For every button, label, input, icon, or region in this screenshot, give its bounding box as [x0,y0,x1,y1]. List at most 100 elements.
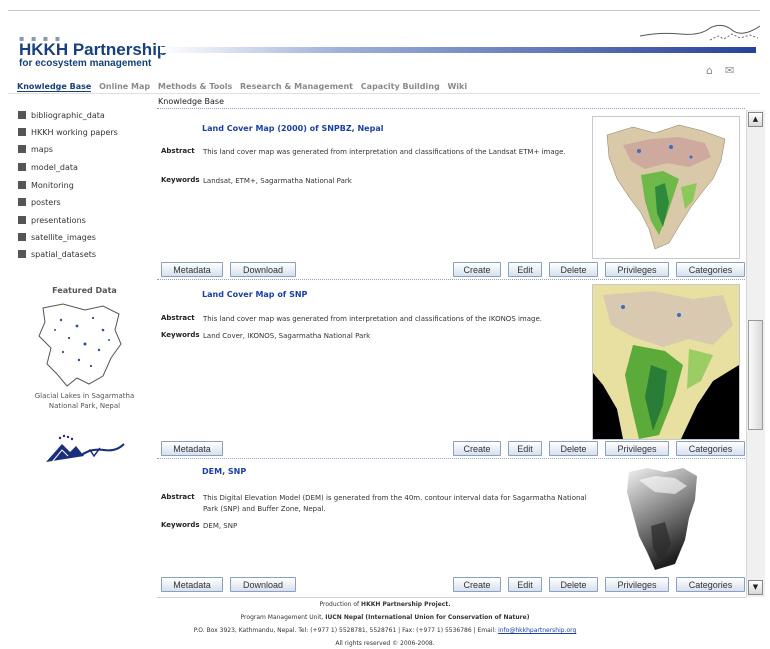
featured-data-heading: Featured Data [52,286,117,295]
abstract-label: Abstract [161,314,195,322]
download-button[interactable]: Download [230,577,296,592]
folder-square-icon [18,181,26,189]
record-keywords: Land Cover, IKONOS, Sagarmatha National … [203,332,371,340]
edit-button[interactable]: Edit [508,262,542,277]
record-keywords: DEM, SNP [203,522,238,530]
footer-rule [157,597,746,598]
sidebar-item-label: spatial_datasets [31,250,97,259]
folder-square-icon [18,111,26,119]
record-abstract: This land cover map was generated from i… [203,148,566,156]
scroll-up-arrow-icon[interactable]: ▲ [748,112,763,127]
privileges-button[interactable]: Privileges [605,262,669,277]
sidebar-item-posters[interactable]: posters [18,198,61,207]
sidebar-item-spatial-datasets[interactable]: spatial_datasets [18,250,96,259]
record-keywords: Landsat, ETM+, Sagarmatha National Park [203,177,352,185]
sidebar-item-model-data[interactable]: model_data [18,163,78,172]
main-nav: Knowledge Base Online Map Methods & Tool… [17,82,472,92]
nav-knowledge-base[interactable]: Knowledge Base [17,82,92,92]
breadcrumb-rule [157,108,745,109]
delete-button[interactable]: Delete [549,577,598,592]
keywords-label: Keywords [161,521,200,529]
folder-square-icon [18,216,26,224]
footer-contact: P.O. Box 3923, Kathmandu, Nepal. Tel: (+… [0,627,770,634]
abstract-label: Abstract [161,493,195,501]
mountains-logo-graphic [640,24,760,41]
sidebar-item-monitoring[interactable]: Monitoring [18,181,74,190]
record-thumbnail[interactable] [625,466,701,570]
sidebar-item-maps[interactable]: maps [18,145,53,154]
categories-button[interactable]: Categories [676,577,745,592]
privileges-button[interactable]: Privileges [605,441,669,456]
nav-methods-tools[interactable]: Methods & Tools [158,82,232,91]
record-title[interactable]: DEM, SNP [202,467,246,476]
sidebar-item-label: satellite_images [31,233,96,242]
footer-address: P.O. Box 3923, Kathmandu, Nepal. Tel: (+… [193,627,499,634]
record-separator [157,279,745,280]
header-icons: ⌂ ✉ [706,64,746,77]
ikonos-landcover-image [593,285,739,439]
metadata-button[interactable]: Metadata [161,577,223,592]
record-thumbnail[interactable] [592,284,740,440]
folder-square-icon [18,163,26,171]
site-title[interactable]: HKKH Partnership [19,40,167,60]
folder-square-icon [18,250,26,258]
categories-button[interactable]: Categories [676,262,745,277]
home-icon[interactable]: ⌂ [706,64,713,77]
metadata-button[interactable]: Metadata [161,441,223,456]
delete-button[interactable]: Delete [549,441,598,456]
footer-org-name: IUCN Nepal (International Union for Cons… [325,614,530,621]
sidebar-item-label: model_data [31,163,78,172]
footer-email-link[interactable]: info@hkkhpartnership.org [498,627,576,634]
record-title[interactable]: Land Cover Map (2000) of SNPBZ, Nepal [202,124,383,133]
sidebar-item-bibliographic-data[interactable]: bibliographic_data [18,111,105,120]
create-button[interactable]: Create [453,262,501,277]
create-button[interactable]: Create [453,441,501,456]
sidebar-item-hkkh-working-papers[interactable]: HKKH working papers [18,128,118,137]
nav-capacity-building[interactable]: Capacity Building [361,82,440,91]
sidebar-item-label: bibliographic_data [31,111,105,120]
sidebar-item-label: maps [31,145,53,154]
footer-project-name: HKKH Partnership Project. [361,601,451,608]
delete-button[interactable]: Delete [549,262,598,277]
folder-square-icon [18,145,26,153]
mail-icon[interactable]: ✉ [725,64,734,77]
sidebar-item-label: posters [31,198,61,207]
nav-online-map[interactable]: Online Map [99,82,150,91]
site-subtitle: for ecosystem management [19,58,152,69]
dem-image [627,468,697,570]
record-separator [157,458,745,459]
nav-wiki[interactable]: Wiki [447,82,467,91]
record-thumbnail[interactable] [592,116,740,259]
scrollbar-thumb[interactable] [748,320,763,430]
folder-square-icon [18,233,26,241]
featured-map-thumbnail[interactable] [33,300,128,388]
abstract-label: Abstract [161,147,195,155]
content-scrollbar[interactable]: ▲ ▼ [746,110,765,597]
keywords-label: Keywords [161,331,200,339]
footer-text: Production of [319,601,362,608]
edit-button[interactable]: Edit [508,441,542,456]
metadata-button[interactable]: Metadata [161,262,223,277]
categories-button[interactable]: Categories [676,441,745,456]
sidebar-item-label: presentations [31,216,86,225]
sidebar-item-label: HKKH working papers [31,128,118,137]
partner-logo [46,434,125,463]
folder-square-icon [18,128,26,136]
top-rule [8,10,760,11]
record-title[interactable]: Land Cover Map of SNP [202,290,307,299]
folder-square-icon [18,198,26,206]
footer-text: Program Management Unit, [240,614,326,621]
nav-divider [8,93,760,94]
privileges-button[interactable]: Privileges [605,577,669,592]
download-button[interactable]: Download [230,262,296,277]
sidebar-item-satellite-images[interactable]: satellite_images [18,233,96,242]
nav-research-management[interactable]: Research & Management [240,82,353,91]
create-button[interactable]: Create [453,577,501,592]
record-abstract: This land cover map was generated from i… [203,315,543,323]
landcover-map-image [606,124,726,250]
sidebar-item-presentations[interactable]: presentations [18,216,86,225]
keywords-label: Keywords [161,176,200,184]
header-gradient-bar [160,47,756,53]
edit-button[interactable]: Edit [508,577,542,592]
scroll-down-arrow-icon[interactable]: ▼ [748,580,763,595]
